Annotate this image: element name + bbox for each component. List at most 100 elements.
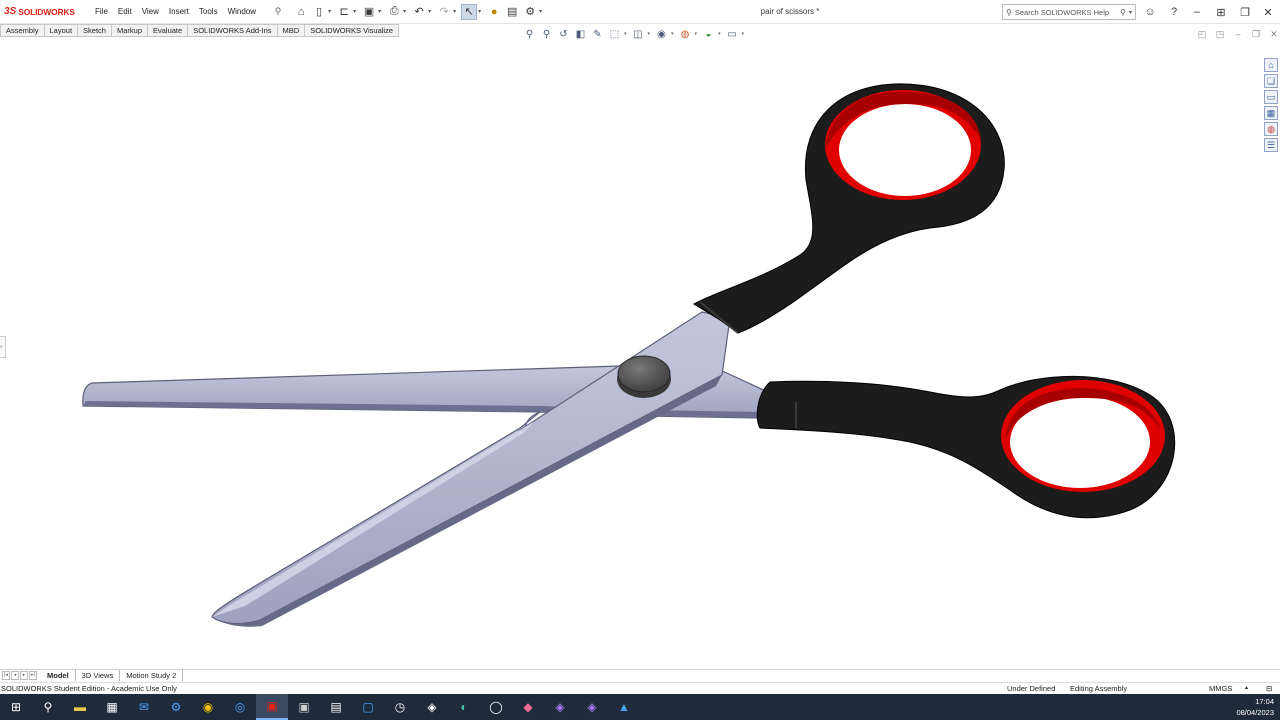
windows-start-icon[interactable]: ⊞ <box>0 694 32 720</box>
tab-assembly[interactable]: Assembly <box>0 24 45 37</box>
menu-tools[interactable]: Tools <box>194 7 223 16</box>
hide-show-dropdown-icon[interactable]: ▾ <box>671 31 674 37</box>
menu-file[interactable]: File <box>90 7 113 16</box>
tile-windows-icon[interactable]: ⊞ <box>1213 4 1229 20</box>
home-icon[interactable]: ⌂ <box>293 4 309 20</box>
pin-icon[interactable]: ⚲ <box>270 4 286 20</box>
status-bar-icon[interactable]: ⊟ <box>1266 684 1272 693</box>
search-go-icon[interactable]: ⚲ <box>1120 8 1126 17</box>
tab-motion-study-2[interactable]: Motion Study 2 <box>120 670 184 681</box>
mail-icon[interactable]: ✉ <box>128 694 160 720</box>
menu-view[interactable]: View <box>137 7 164 16</box>
restore-icon[interactable]: ❐ <box>1237 4 1253 20</box>
graphics-area[interactable] <box>0 40 1262 668</box>
redo-dropdown-icon[interactable]: ▾ <box>453 8 456 15</box>
print-icon[interactable]: ⎙ <box>386 4 402 20</box>
calculator-icon[interactable]: ▤ <box>320 694 352 720</box>
edge-icon[interactable]: ◐ <box>448 694 480 720</box>
section-view-icon[interactable]: ◧ <box>573 27 588 41</box>
menu-window[interactable]: Window <box>223 7 261 16</box>
tab-model[interactable]: Model <box>41 670 76 681</box>
display-settings-icon[interactable]: ▭ <box>725 27 740 41</box>
calendar-icon[interactable]: ▦ <box>96 694 128 720</box>
save-icon[interactable]: ▣ <box>361 4 377 20</box>
view-split-icon[interactable]: ◰ <box>1194 29 1210 40</box>
viewport-restore-icon[interactable]: ❐ <box>1248 29 1264 40</box>
tab-sketch[interactable]: Sketch <box>78 24 112 37</box>
tab-solidworks-add-ins[interactable]: SOLIDWORKS Add-Ins <box>188 24 278 37</box>
app-icon-3[interactable]: ◯ <box>480 694 512 720</box>
undo-icon[interactable]: ↶ <box>411 4 427 20</box>
select-dropdown-icon[interactable]: ▾ <box>478 8 481 15</box>
upper-handle[interactable] <box>692 83 1005 334</box>
menu-insert[interactable]: Insert <box>164 7 194 16</box>
search-icon[interactable]: ⚲ <box>32 694 64 720</box>
system-clock[interactable]: 17:04 08/04/2023 <box>1236 696 1274 718</box>
photos-icon[interactable]: ▲ <box>608 694 640 720</box>
scissors-model[interactable] <box>0 40 1262 668</box>
user-account-icon[interactable]: ☺ <box>1142 4 1158 20</box>
search-dropdown-icon[interactable]: ▾ <box>1129 9 1132 16</box>
units-selector[interactable]: MMGS <box>1209 684 1232 693</box>
first-tab-icon[interactable]: |◂ <box>2 671 10 680</box>
solidworks-logo[interactable]: 3S SOLIDWORKS <box>4 6 90 17</box>
solidworks-icon[interactable]: ▣ <box>256 694 288 720</box>
options-dropdown-icon[interactable]: ▾ <box>539 8 542 15</box>
file-explorer-icon[interactable]: ▭ <box>1264 90 1278 104</box>
tab-markup[interactable]: Markup <box>111 24 148 37</box>
hide-show-icon[interactable]: ◉ <box>654 27 669 41</box>
tab-layout[interactable]: Layout <box>44 24 79 37</box>
tab-evaluate[interactable]: Evaluate <box>148 24 189 37</box>
pivot-screw[interactable] <box>617 355 671 398</box>
file-properties-icon[interactable]: ▤ <box>504 4 520 20</box>
minimize-icon[interactable]: – <box>1189 4 1205 20</box>
safari-icon[interactable]: ◎ <box>224 694 256 720</box>
view-palette-icon[interactable]: ▦ <box>1264 106 1278 120</box>
view-orientation-icon[interactable]: ⬚ <box>607 27 622 41</box>
prev-tab-icon[interactable]: ◂ <box>11 671 19 680</box>
file-explorer-icon[interactable]: ▬ <box>64 694 96 720</box>
undo-dropdown-icon[interactable]: ▾ <box>428 8 431 15</box>
redo-icon[interactable]: ↷ <box>436 4 452 20</box>
tab-solidworks-visualize[interactable]: SOLIDWORKS Visualize <box>305 24 400 37</box>
lower-handle[interactable] <box>756 375 1176 519</box>
resources-icon[interactable]: ⌂ <box>1264 58 1278 72</box>
menu-edit[interactable]: Edit <box>113 7 137 16</box>
new-document-icon[interactable]: ▯ <box>311 4 327 20</box>
display-style-icon[interactable]: ◫ <box>631 27 646 41</box>
dynamic-annotation-icon[interactable]: ✎ <box>590 27 605 41</box>
appearances-icon[interactable]: ◍ <box>1264 122 1278 136</box>
save-dropdown-icon[interactable]: ▾ <box>378 8 381 15</box>
appearance-icon[interactable]: ◍ <box>678 27 693 41</box>
app-icon[interactable]: ⚙ <box>160 694 192 720</box>
next-tab-icon[interactable]: ▸ <box>20 671 28 680</box>
scene-dropdown-icon[interactable]: ▾ <box>718 31 721 37</box>
chrome-icon[interactable]: ◉ <box>192 694 224 720</box>
close-icon[interactable]: ✕ <box>1260 4 1276 20</box>
app-icon-2[interactable]: ◈ <box>416 694 448 720</box>
search-help-input[interactable]: Search SOLIDWORKS Help <box>1012 8 1120 17</box>
viewport-minimize-icon[interactable]: – <box>1230 29 1246 40</box>
viewport-close-icon[interactable]: ✕ <box>1266 29 1280 40</box>
traffic-light-icon[interactable]: ● <box>486 4 502 20</box>
last-tab-icon[interactable]: ▸| <box>29 671 37 680</box>
previous-view-icon[interactable]: ↺ <box>556 27 571 41</box>
open-dropdown-icon[interactable]: ▾ <box>353 8 356 15</box>
search-help-box[interactable]: ⚲ Search SOLIDWORKS Help ⚲ ▾ <box>1002 4 1136 20</box>
tab-mbd[interactable]: MBD <box>277 24 306 37</box>
select-icon[interactable]: ↖ <box>461 3 478 20</box>
store-icon[interactable]: ▢ <box>352 694 384 720</box>
zoom-area-icon[interactable]: ⚲ <box>539 27 554 41</box>
options-icon[interactable]: ⚙ <box>522 4 538 20</box>
view-link-icon[interactable]: ◳ <box>1212 29 1228 40</box>
feature-manager-collapse-handle[interactable]: » <box>0 336 6 358</box>
vs-icon[interactable]: ◈ <box>544 694 576 720</box>
custom-properties-icon[interactable]: ☰ <box>1264 138 1278 152</box>
units-dropdown-icon[interactable]: ▴ <box>1245 684 1248 691</box>
clock-icon[interactable]: ◷ <box>384 694 416 720</box>
design-library-icon[interactable]: ❏ <box>1264 74 1278 88</box>
display-settings-dropdown-icon[interactable]: ▾ <box>742 31 745 37</box>
display-style-dropdown-icon[interactable]: ▾ <box>648 31 651 37</box>
vs-icon-2[interactable]: ◈ <box>576 694 608 720</box>
solidworks-2022-icon[interactable]: ▣ <box>288 694 320 720</box>
